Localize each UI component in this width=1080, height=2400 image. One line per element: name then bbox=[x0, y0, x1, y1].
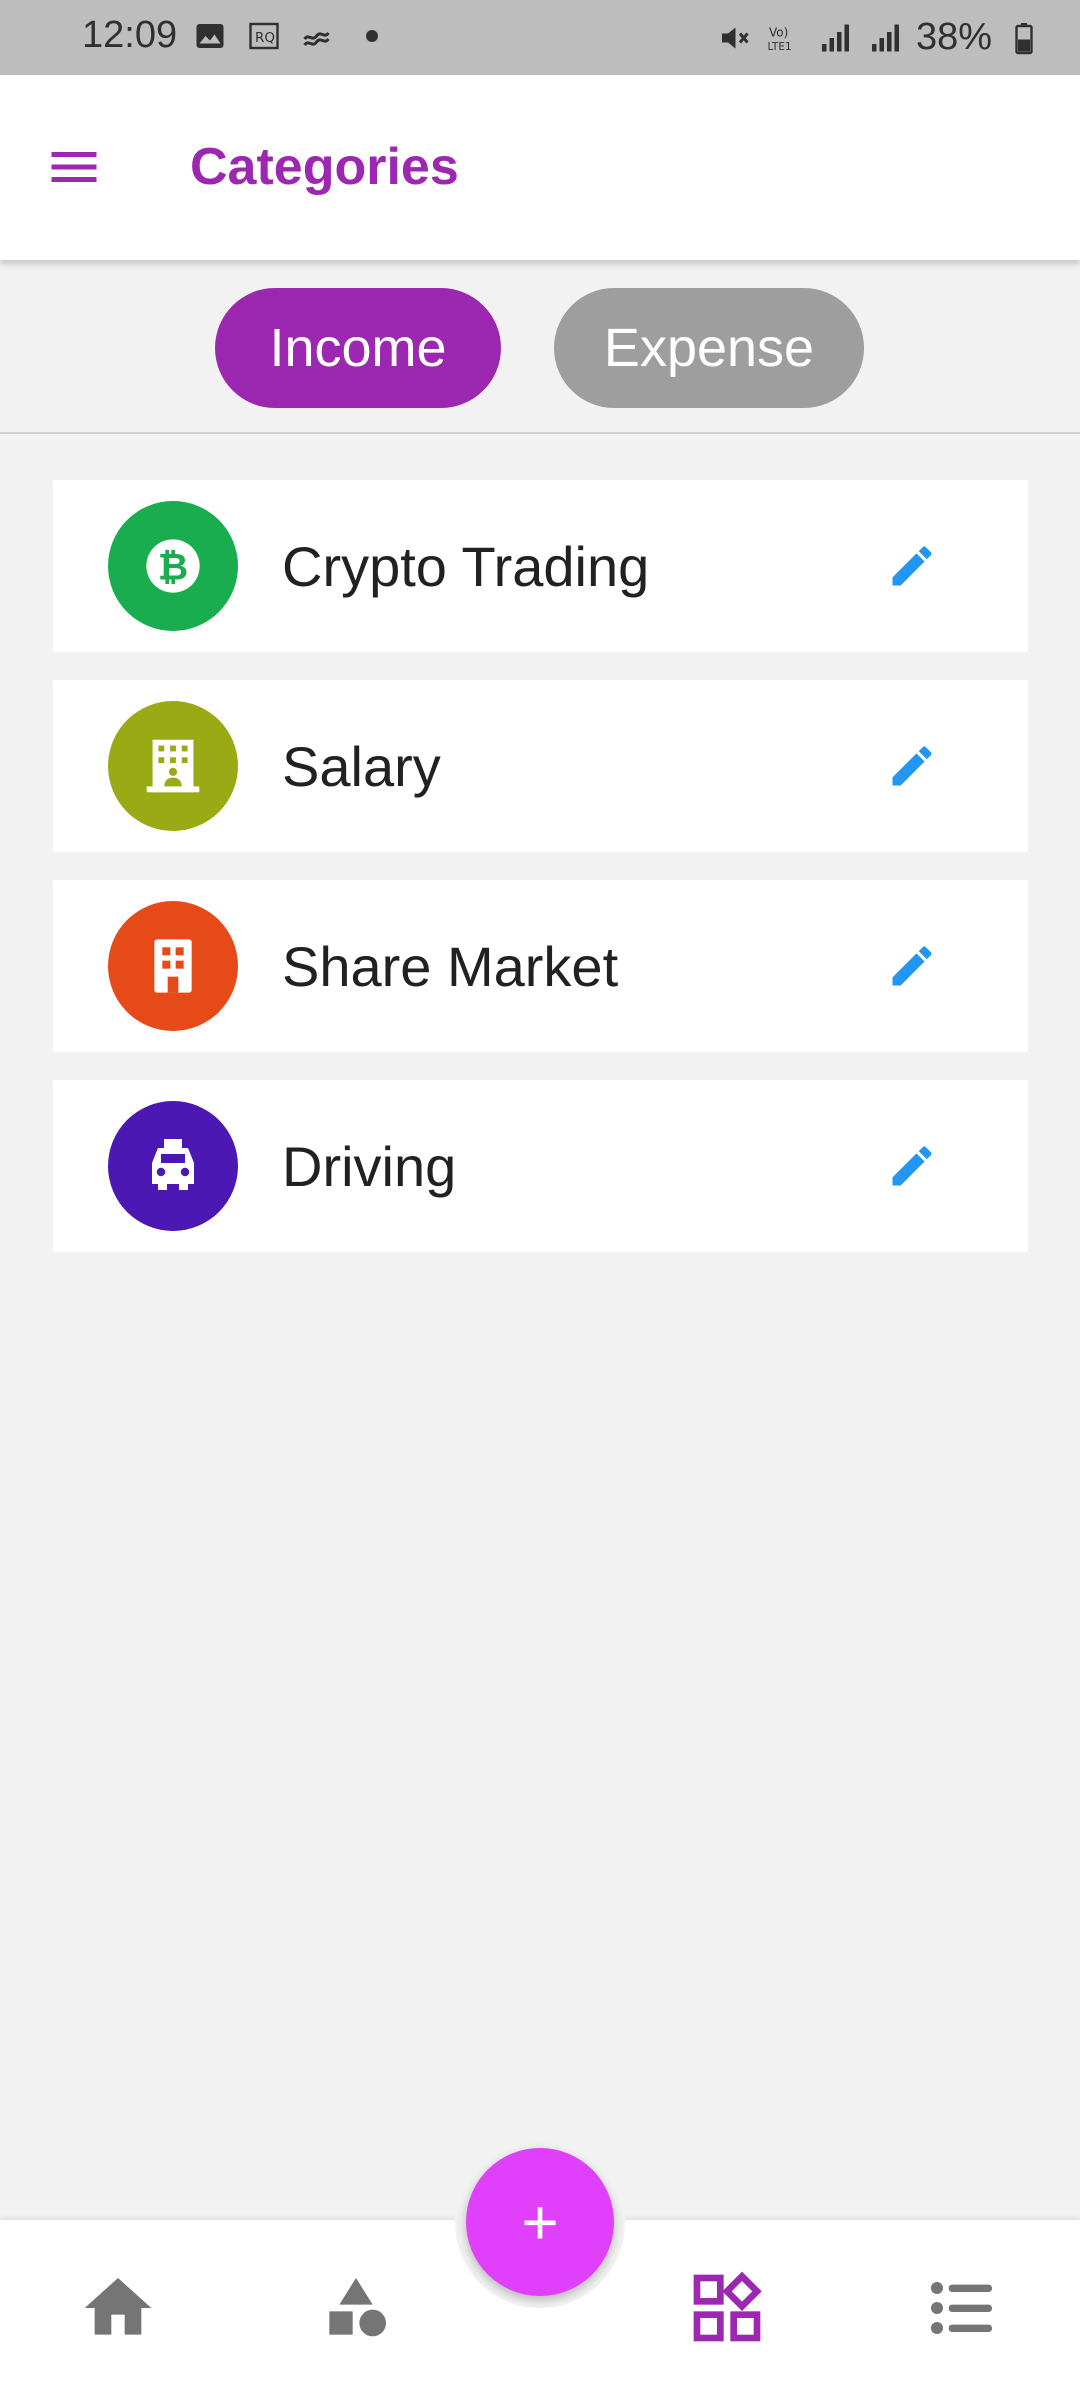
add-category-button[interactable]: + bbox=[466, 2148, 614, 2296]
home-icon[interactable] bbox=[78, 2268, 158, 2348]
building-icon bbox=[154, 939, 192, 993]
edit-icon[interactable] bbox=[886, 540, 938, 592]
signal-wave-icon bbox=[303, 31, 330, 47]
category-avatar bbox=[108, 701, 238, 831]
page-title: Categories bbox=[190, 138, 459, 196]
status-icons-right: Vo) LTE1 38% bbox=[716, 16, 1042, 59]
office-building-icon bbox=[146, 739, 200, 793]
edit-icon[interactable] bbox=[886, 740, 938, 792]
category-label: Share Market bbox=[282, 935, 619, 998]
signal-icon bbox=[821, 24, 849, 51]
category-label: Salary bbox=[282, 735, 441, 798]
bitcoin-icon: ₿ bbox=[146, 539, 200, 593]
svg-text:LTE1: LTE1 bbox=[767, 41, 791, 53]
category-label: Driving bbox=[282, 1135, 457, 1198]
category-avatar bbox=[108, 1101, 238, 1231]
list-item[interactable]: Salary bbox=[53, 680, 1028, 852]
gallery-icon bbox=[196, 24, 224, 48]
svg-text:₿: ₿ bbox=[158, 544, 188, 588]
type-tabs: Income Expense bbox=[0, 288, 1080, 412]
category-label: Crypto Trading bbox=[282, 535, 650, 598]
list-icon[interactable] bbox=[922, 2268, 1002, 2348]
tab-income[interactable]: Income bbox=[215, 288, 501, 408]
battery-percent: 38% bbox=[915, 16, 992, 58]
list-item[interactable]: Share Market bbox=[53, 880, 1028, 1052]
volte-icon: Vo) LTE1 bbox=[767, 25, 791, 53]
tab-expense[interactable]: Expense bbox=[554, 288, 864, 408]
list-item[interactable]: Driving bbox=[53, 1080, 1028, 1252]
rq-icon: RQ bbox=[249, 22, 279, 50]
status-bar: 12:09 RQ Vo) LTE1 38% bbox=[0, 0, 1080, 75]
categories-grid-icon[interactable] bbox=[687, 2268, 767, 2348]
menu-icon[interactable] bbox=[44, 137, 104, 197]
category-avatar: ₿ bbox=[108, 501, 238, 631]
edit-icon[interactable] bbox=[886, 940, 938, 992]
taxi-icon bbox=[152, 1139, 194, 1190]
dot-icon bbox=[366, 30, 378, 42]
svg-text:RQ: RQ bbox=[255, 30, 275, 46]
list-item[interactable]: ₿ Crypto Trading bbox=[53, 480, 1028, 652]
category-list: ₿ Crypto Trading Salary Share Market Dri… bbox=[53, 480, 1028, 1280]
app-bar: Categories bbox=[0, 75, 1080, 260]
mute-icon bbox=[721, 27, 749, 48]
status-time: 12:09 bbox=[82, 14, 178, 56]
battery-icon bbox=[1015, 22, 1033, 54]
shapes-icon[interactable] bbox=[316, 2268, 396, 2348]
category-avatar bbox=[108, 901, 238, 1031]
signal-icon bbox=[871, 24, 899, 51]
edit-icon[interactable] bbox=[886, 1140, 938, 1192]
divider bbox=[0, 432, 1080, 434]
status-icons-left: RQ bbox=[192, 18, 390, 54]
svg-text:Vo): Vo) bbox=[769, 25, 788, 39]
